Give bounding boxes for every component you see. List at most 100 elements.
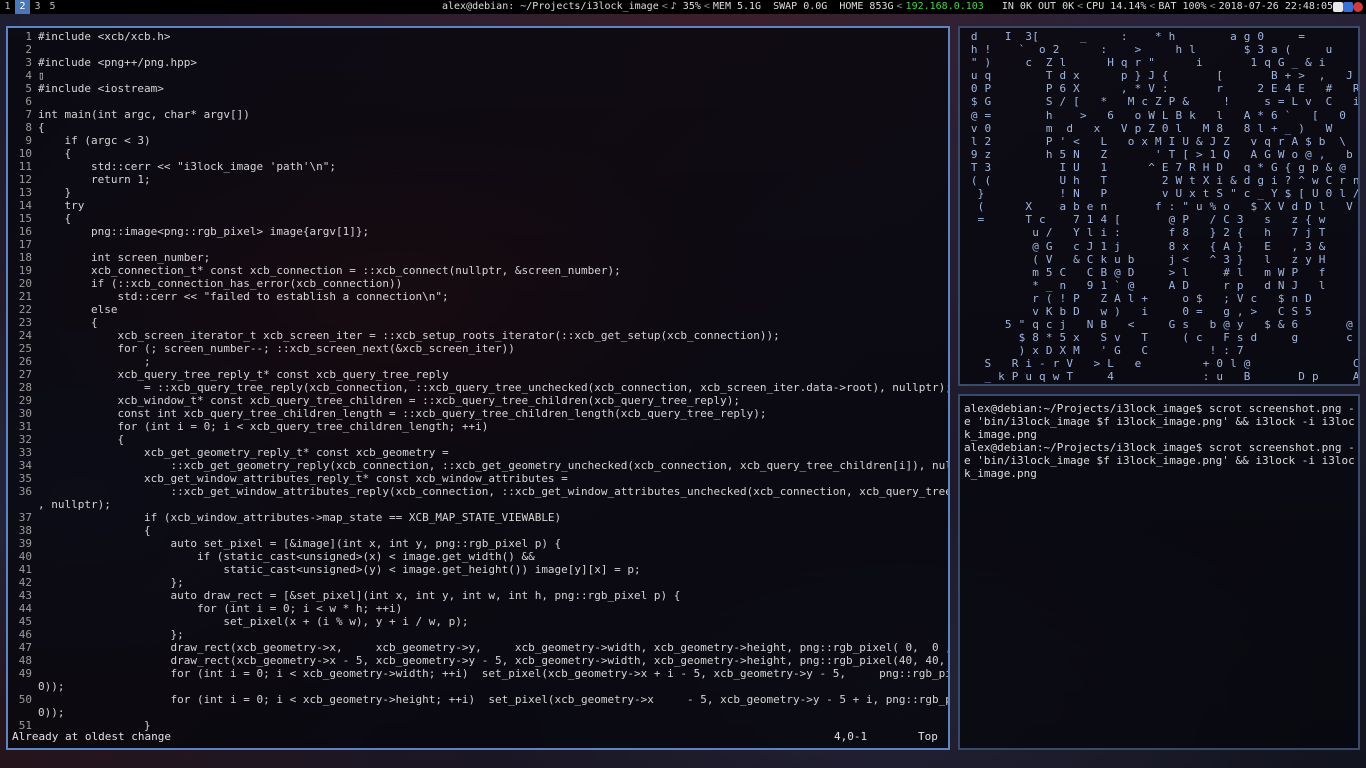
line-number: 18	[18, 251, 32, 264]
separator	[761, 0, 773, 14]
code-line[interactable]: 42 };	[8, 576, 948, 589]
line-number: 31	[18, 420, 32, 433]
line-text	[38, 238, 948, 251]
tray-network-icon[interactable]	[1343, 2, 1353, 12]
line-text: {	[38, 524, 151, 537]
workspace-5[interactable]: 5	[45, 0, 60, 14]
vim-editor-window[interactable]: 1 #include <xcb/xcb.h> 2 3 #include <png++/p…	[6, 26, 950, 750]
code-line[interactable]: 30 const int xcb_query_tree_children_len…	[8, 407, 948, 420]
code-line[interactable]: 17	[8, 238, 948, 251]
line-number: 10	[18, 147, 32, 160]
line-number: 1	[25, 30, 32, 43]
separator	[984, 0, 1002, 14]
code-line[interactable]: 48 draw_rect(xcb_geometry->x - 5, xcb_ge…	[8, 654, 948, 667]
code-line[interactable]: 20 if (::xcb_connection_has_error(xcb_co…	[8, 277, 948, 290]
code-line[interactable]: 44 for (int i = 0; i < w * h; ++i)	[8, 602, 948, 615]
terminal-line: alex@debian:~/Projects/i3lock_image$ scr…	[964, 441, 1355, 480]
code-line[interactable]: 36 ::xcb_get_window_attributes_reply(xcb…	[8, 485, 948, 498]
workspace-3[interactable]: 3	[30, 0, 45, 14]
separator: <	[1149, 1, 1156, 12]
terminal-output[interactable]: alex@debian:~/Projects/i3lock_image$ scr…	[964, 402, 1358, 480]
code-line[interactable]: 14 try	[8, 199, 948, 212]
code-line[interactable]: 28 = ::xcb_query_tree_reply(xcb_connecti…	[8, 381, 948, 394]
line-text: int main(int argc, char* argv[])	[38, 108, 250, 121]
line-number: 32	[18, 433, 32, 446]
line-text: try	[38, 199, 85, 212]
workspace-2[interactable]: 2	[15, 0, 30, 14]
code-line[interactable]: 43 auto draw_rect = [&set_pixel](int x, …	[8, 589, 948, 602]
matrix-terminal-window[interactable]: d I 3[ _ : * h a g 0 = h ! ` o 2 : > h l…	[958, 26, 1360, 386]
line-number: 22	[18, 303, 32, 316]
code-line[interactable]: 3 #include <png++/png.hpp>	[8, 56, 948, 69]
code-line[interactable]: 4 ▯	[8, 69, 948, 82]
code-line[interactable]: 39 auto set_pixel = [&image](int x, int …	[8, 537, 948, 550]
code-line[interactable]: 7 int main(int argc, char* argv[])	[8, 108, 948, 121]
code-line[interactable]: 37 if (xcb_window_attributes->map_state …	[8, 511, 948, 524]
code-line[interactable]: 0));	[8, 706, 948, 719]
code-line[interactable]: 21 std::cerr << "failed to establish a c…	[8, 290, 948, 303]
code-line[interactable]: 9 if (argc < 3)	[8, 134, 948, 147]
code-line[interactable]: 18 int screen_number;	[8, 251, 948, 264]
line-text: {	[38, 121, 45, 134]
shell-terminal-window[interactable]: alex@debian:~/Projects/i3lock_image$ scr…	[958, 394, 1360, 750]
tray-app-icon[interactable]	[1333, 2, 1343, 12]
code-line[interactable]: 32 {	[8, 433, 948, 446]
volume-indicator[interactable]: ♪ 35%	[671, 0, 701, 14]
code-line[interactable]: 1 #include <xcb/xcb.h>	[8, 30, 948, 43]
line-number: 8	[25, 121, 32, 134]
code-line[interactable]: 6	[8, 95, 948, 108]
code-line[interactable]: 31 for (int i = 0; i < xcb_query_tree_ch…	[8, 420, 948, 433]
line-text: for (int i = 0; i < xcb_query_tree_child…	[38, 420, 489, 433]
code-line[interactable]: 23 {	[8, 316, 948, 329]
line-text: std::cerr << "i3lock_image 'path'\n";	[38, 160, 337, 173]
code-line[interactable]: , nullptr);	[8, 498, 948, 511]
line-number: 45	[18, 615, 32, 628]
line-text: if (::xcb_connection_has_error(xcb_conne…	[38, 277, 403, 290]
code-line[interactable]: 49 for (int i = 0; i < xcb_geometry->wid…	[8, 667, 948, 680]
line-text: for (; screen_number--; ::xcb_screen_nex…	[38, 342, 515, 355]
code-line[interactable]: 26 ;	[8, 355, 948, 368]
code-line[interactable]: 47 draw_rect(xcb_geometry->x, xcb_geomet…	[8, 641, 948, 654]
vim-message: Already at oldest change	[12, 730, 171, 743]
line-number: 3	[25, 56, 32, 69]
code-line[interactable]: 45 set_pixel(x + (i % w), y + i / w, p);	[8, 615, 948, 628]
line-number: 2	[25, 43, 32, 56]
line-number: 42	[18, 576, 32, 589]
line-text: #include <iostream>	[38, 82, 164, 95]
code-line[interactable]: 10 {	[8, 147, 948, 160]
line-text: xcb_connection_t* const xcb_connection =…	[38, 264, 621, 277]
tray-update-icon[interactable]	[1353, 2, 1363, 12]
code-line[interactable]: 24 xcb_screen_iterator_t xcb_screen_iter…	[8, 329, 948, 342]
code-line[interactable]: 29 xcb_window_t* const xcb_query_tree_ch…	[8, 394, 948, 407]
code-line[interactable]: 5 #include <iostream>	[8, 82, 948, 95]
code-line[interactable]: 22 else	[8, 303, 948, 316]
code-line[interactable]: 27 xcb_query_tree_reply_t* const xcb_que…	[8, 368, 948, 381]
code-line[interactable]: 11 std::cerr << "i3lock_image 'path'\n";	[8, 160, 948, 173]
code-line[interactable]: 38 {	[8, 524, 948, 537]
code-line[interactable]: 40 if (static_cast<unsigned>(x) < image.…	[8, 550, 948, 563]
line-text: draw_rect(xcb_geometry->x - 5, xcb_geome…	[38, 654, 950, 667]
code-line[interactable]: 0));	[8, 680, 948, 693]
code-line[interactable]: 16 png::image<png::rgb_pixel> image{argv…	[8, 225, 948, 238]
line-number: 49	[18, 667, 32, 680]
code-line[interactable]: 15 {	[8, 212, 948, 225]
code-line[interactable]: 19 xcb_connection_t* const xcb_connectio…	[8, 264, 948, 277]
matrix-rain-text: d I 3[ _ : * h a g 0 = h ! ` o 2 : > h l…	[970, 30, 1360, 384]
code-line[interactable]: 35 xcb_get_window_attributes_reply_t* co…	[8, 472, 948, 485]
code-line[interactable]: 41 static_cast<unsigned>(y) < image.get_…	[8, 563, 948, 576]
code-line[interactable]: 12 return 1;	[8, 173, 948, 186]
workspace-1[interactable]: 1	[0, 0, 15, 14]
code-line[interactable]: 50 for (int i = 0; i < xcb_geometry->hei…	[8, 693, 948, 706]
line-text: };	[38, 628, 184, 641]
line-number: 37	[18, 511, 32, 524]
line-number: 23	[18, 316, 32, 329]
code-line[interactable]: 46 };	[8, 628, 948, 641]
line-text: std::cerr << "failed to establish a conn…	[38, 290, 449, 303]
code-buffer[interactable]: 1 #include <xcb/xcb.h> 2 3 #include <png++/p…	[8, 30, 948, 732]
code-line[interactable]: 8{	[8, 121, 948, 134]
code-line[interactable]: 33 xcb_get_geometry_reply_t* const xcb_g…	[8, 446, 948, 459]
code-line[interactable]: 2	[8, 43, 948, 56]
code-line[interactable]: 34 ::xcb_get_geometry_reply(xcb_connecti…	[8, 459, 948, 472]
code-line[interactable]: 13 }	[8, 186, 948, 199]
code-line[interactable]: 25 for (; screen_number--; ::xcb_screen_…	[8, 342, 948, 355]
